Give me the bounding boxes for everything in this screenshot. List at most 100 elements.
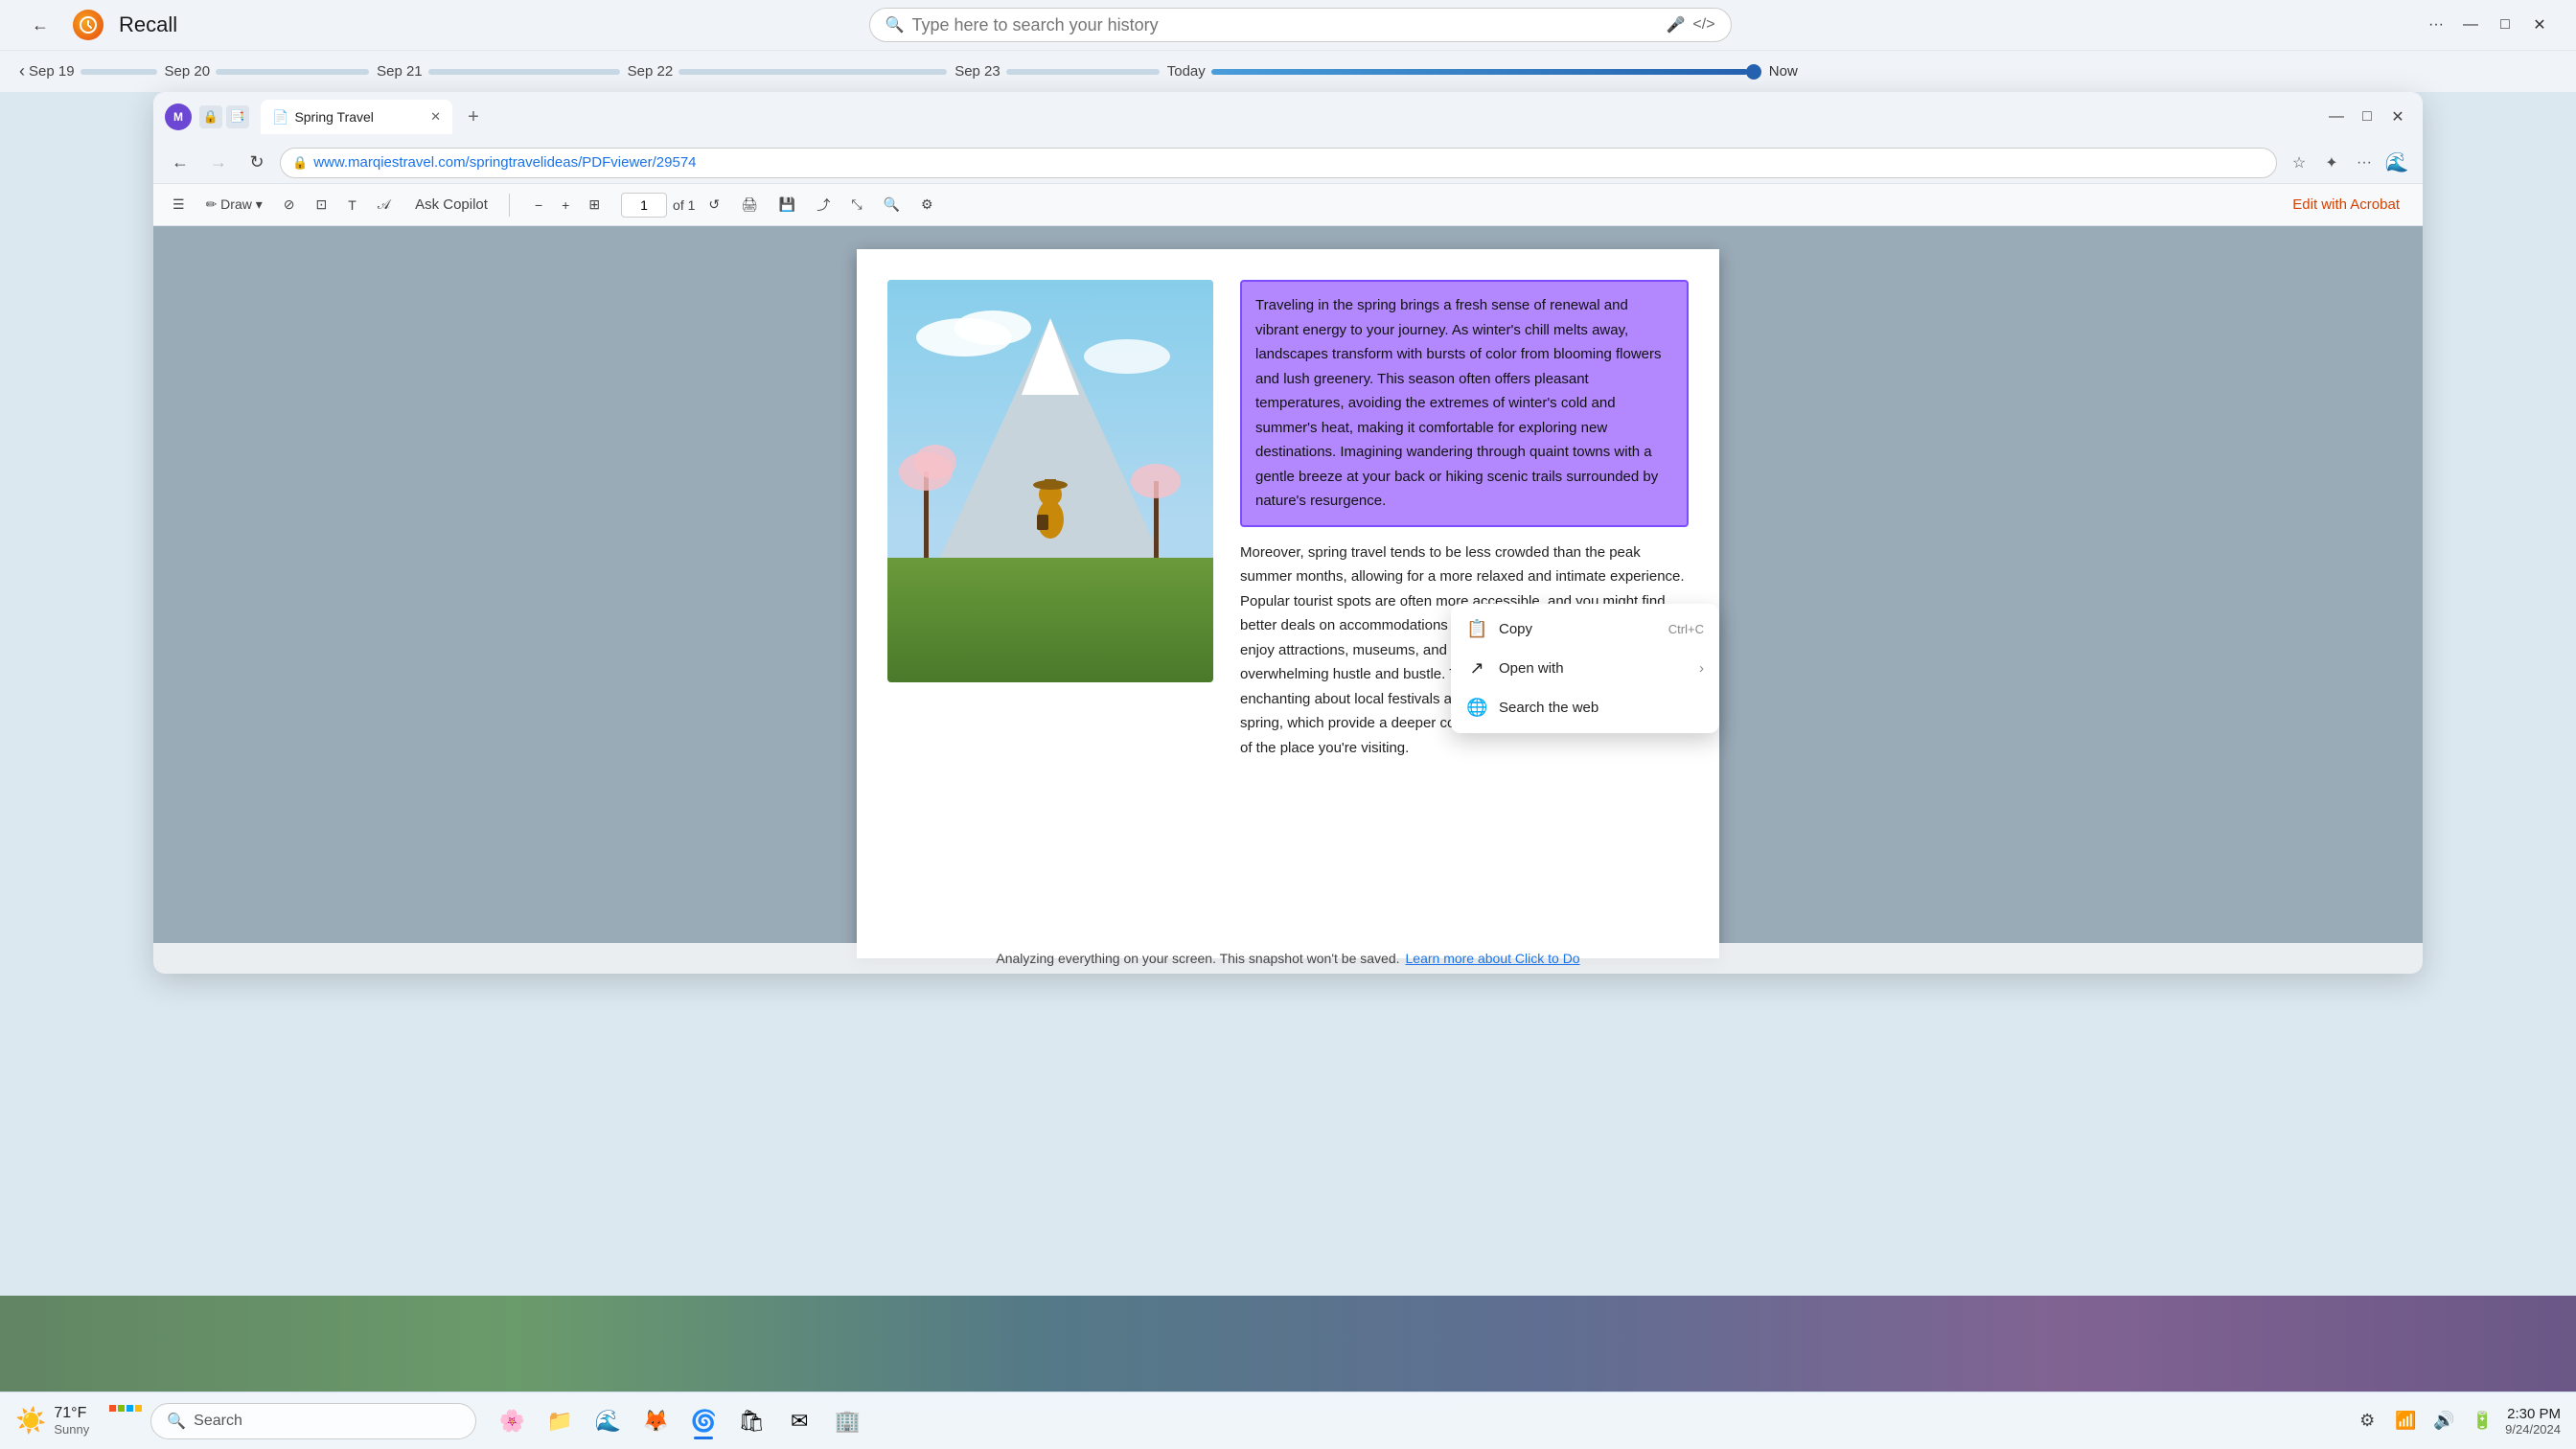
weather-icon: ☀️ — [15, 1406, 46, 1436]
timeline-bar: ‹ Sep 19 Sep 20 Sep 21 Sep 22 Sep 23 Tod… — [0, 50, 2576, 92]
recall-close-button[interactable]: ✕ — [2526, 12, 2553, 38]
timeline-sep22[interactable]: Sep 22 — [628, 63, 948, 80]
pdf-share-button[interactable]: ⤴ — [809, 191, 838, 219]
browser-refresh-button[interactable]: ↻ — [242, 148, 272, 178]
recall-logo-icon — [73, 10, 104, 40]
taskbar-volume-button[interactable]: 🔊 — [2428, 1406, 2459, 1437]
recall-minimize-button[interactable]: — — [2457, 12, 2484, 38]
browser-profile-avatar[interactable]: M — [165, 104, 192, 130]
browser-minimize-button[interactable]: — — [2323, 104, 2350, 130]
taskbar-app-icons: 🌸 📁 🌊 🦊 🌀 🛍 ✉ 🏢 — [492, 1401, 867, 1441]
pdf-zoom-in-button[interactable]: + — [554, 191, 577, 219]
recall-titlebar: ← Recall 🔍 🎤 </> ··· — □ ✕ — [0, 0, 2576, 50]
browser-action-buttons: ☆ ✦ ··· 🌊 — [2285, 149, 2411, 177]
timeline-sep23[interactable]: Sep 23 — [954, 63, 1160, 80]
recall-search-input[interactable] — [911, 15, 1658, 35]
address-bar[interactable]: 🔒 — [280, 148, 2277, 178]
edge-icon[interactable]: 🌊 — [2382, 149, 2411, 177]
browser-close-button[interactable]: ✕ — [2384, 104, 2411, 130]
clock-time: 2:30 PM — [2505, 1406, 2561, 1422]
browser-ext-icon-2[interactable]: 📑 — [226, 105, 249, 128]
pdf-fit-page-button[interactable]: ⊡ — [309, 191, 335, 219]
recall-back-button[interactable]: ← — [23, 8, 58, 42]
taskbar-teams-button[interactable]: 🏢 — [827, 1401, 867, 1441]
timeline-now-label: Now — [1769, 63, 1798, 80]
ask-copilot-button[interactable]: Ask Copilot — [403, 191, 499, 219]
browser-tab-spring-travel[interactable]: 📄 Spring Travel ✕ — [261, 100, 452, 134]
pdf-zoom-out-button[interactable]: − — [527, 191, 550, 219]
timeline-now-dot — [1746, 64, 1761, 80]
search-icon: 🔍 — [886, 15, 905, 34]
timeline-sep19[interactable]: Sep 19 — [29, 63, 157, 80]
pdf-image-column — [887, 280, 1213, 928]
pdf-highlighted-paragraph[interactable]: Traveling in the spring brings a fresh s… — [1240, 280, 1689, 527]
taskbar-firefox-button[interactable]: 🦊 — [635, 1401, 676, 1441]
taskbar-search-bar[interactable]: 🔍 Search — [150, 1403, 476, 1439]
recall-dots-button[interactable]: ··· — [2423, 12, 2450, 38]
context-menu-copy[interactable]: 📋 Copy Ctrl+C — [1451, 610, 1719, 649]
browser-tab-close-button[interactable]: ✕ — [430, 109, 441, 125]
pdf-text-button[interactable]: T — [340, 191, 364, 219]
taskbar-mail-button[interactable]: ✉ — [779, 1401, 819, 1441]
pdf-print-button[interactable]: 🖨 — [733, 191, 766, 219]
pdf-search-button[interactable]: 🔍 — [876, 191, 908, 219]
pdf-settings-button[interactable]: ⚙ — [913, 191, 941, 219]
recall-maximize-button[interactable]: □ — [2492, 12, 2518, 38]
pdf-immersive-reader-button[interactable]: ⤡ — [843, 191, 869, 219]
browser-back-button[interactable]: ← — [165, 148, 196, 178]
browser-window-controls: — □ ✕ — [2323, 104, 2411, 130]
search-web-label: Search the web — [1499, 700, 1598, 716]
browser-new-tab-button[interactable]: + — [460, 104, 487, 130]
taskbar-edge-button[interactable]: 🌊 — [587, 1401, 628, 1441]
taskbar-right-area: ⚙ 📶 🔊 🔋 2:30 PM 9/24/2024 — [2352, 1406, 2561, 1437]
search-web-icon: 🌐 — [1466, 698, 1487, 718]
start-button[interactable] — [108, 1404, 143, 1438]
timeline-sep21[interactable]: Sep 21 — [377, 63, 620, 80]
learn-more-link[interactable]: Learn more about Click to Do — [1406, 951, 1580, 966]
highlighted-text-content: Traveling in the spring brings a fresh s… — [1255, 297, 1662, 509]
browser-maximize-button[interactable]: □ — [2354, 104, 2380, 130]
browser-extension-icons: 🔒 📑 — [199, 105, 249, 128]
browser-ext-icon-1[interactable]: 🔒 — [199, 105, 222, 128]
pdf-save-button[interactable]: 💾 — [771, 191, 803, 219]
pdf-font-button[interactable]: 𝒜 — [370, 191, 398, 219]
browser-tab-label: Spring Travel — [294, 109, 373, 125]
timeline-prev-button[interactable]: ‹ — [19, 61, 25, 81]
address-url-input[interactable] — [313, 154, 2265, 171]
pdf-draw-button[interactable]: ✏ Draw ▾ — [198, 191, 270, 219]
context-menu-search-web[interactable]: 🌐 Search the web — [1451, 688, 1719, 727]
microphone-icon[interactable]: 🎤 — [1667, 15, 1686, 34]
pdf-toolbar-separator — [509, 194, 510, 217]
pdf-erase-button[interactable]: ⊘ — [276, 191, 303, 219]
pdf-fit-width-button[interactable]: ⊞ — [581, 191, 608, 219]
recall-search-bar[interactable]: 🔍 🎤 </> — [869, 8, 1732, 42]
context-menu-open-with[interactable]: ↗ Open with › — [1451, 649, 1719, 688]
pdf-page-number-input[interactable] — [621, 193, 667, 218]
recall-window-controls: ··· — □ ✕ — [2423, 12, 2553, 38]
pdf-rotate-button[interactable]: ↺ — [701, 191, 727, 219]
timeline-sep19-label: Sep 19 — [29, 63, 75, 80]
edit-with-acrobat-button[interactable]: Edit with Acrobat — [2281, 191, 2411, 219]
clock-date: 9/24/2024 — [2505, 1422, 2561, 1437]
recall-app-title: Recall — [119, 12, 177, 37]
taskbar-files-button[interactable]: 📁 — [540, 1401, 580, 1441]
copilot-button[interactable]: ✦ — [2317, 149, 2346, 177]
code-icon[interactable]: </> — [1692, 16, 1714, 34]
timeline-sep20[interactable]: Sep 20 — [165, 63, 370, 80]
taskbar-widgets-button[interactable]: 🌸 — [492, 1401, 532, 1441]
weather-temperature: 71°F — [54, 1405, 86, 1422]
taskbar-battery-button[interactable]: 🔋 — [2467, 1406, 2497, 1437]
taskbar-search-icon: 🔍 — [167, 1412, 186, 1431]
mountain-svg — [887, 280, 1213, 682]
browser-forward-button[interactable]: → — [203, 148, 234, 178]
taskbar-store-button[interactable]: 🛍 — [731, 1401, 771, 1441]
pdf-menu-button[interactable]: ☰ — [165, 191, 193, 219]
taskbar-browser-active-button[interactable]: 🌀 — [683, 1401, 724, 1441]
taskbar-search-label: Search — [194, 1413, 242, 1430]
timeline-today[interactable]: Today — [1167, 63, 1761, 80]
taskbar-clock[interactable]: 2:30 PM 9/24/2024 — [2505, 1406, 2561, 1437]
taskbar-settings-button[interactable]: ⚙ — [2352, 1406, 2382, 1437]
browser-menu-button[interactable]: ··· — [2350, 149, 2379, 177]
taskbar-network-button[interactable]: 📶 — [2390, 1406, 2421, 1437]
favorites-button[interactable]: ☆ — [2285, 149, 2313, 177]
